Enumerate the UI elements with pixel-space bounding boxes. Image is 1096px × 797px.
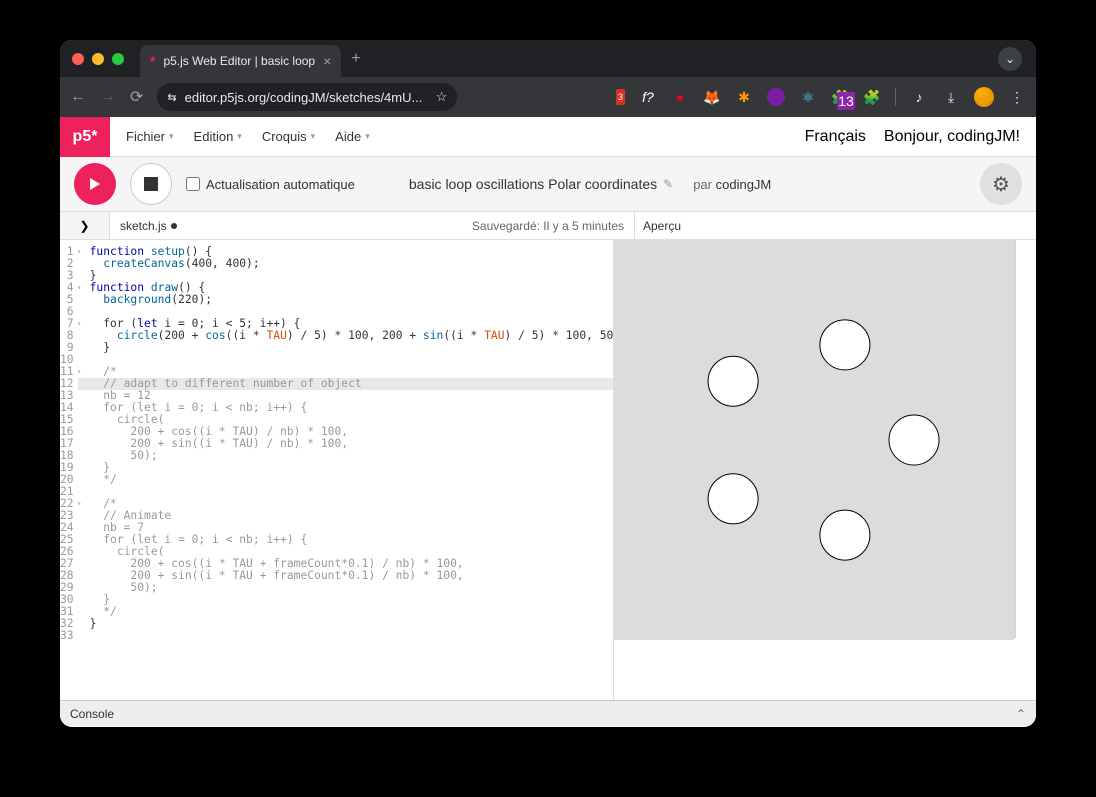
metamask-icon[interactable]: 🦊 [703,88,721,106]
site-info-icon[interactable]: ⇆ [167,91,176,104]
settings-button[interactable]: ⚙ [980,163,1022,205]
separator [895,88,896,106]
extensions-button[interactable]: 🧩 [863,88,881,106]
auto-refresh-label: Actualisation automatique [206,177,355,192]
bookmark-icon[interactable]: ☆ [436,89,448,105]
byline: par codingJM [693,177,771,192]
reload-button[interactable]: ⟳ [130,87,143,107]
tab-title: p5.js Web Editor | basic loop [163,54,315,68]
sketch-name: basic loop oscillations Polar coordinate… [409,176,657,192]
auto-refresh-toggle[interactable]: Actualisation automatique [186,177,355,192]
forward-button[interactable]: → [100,88,116,106]
console-bar[interactable]: Console ⌃ [60,700,1036,726]
address-bar: ← → ⟳ ⇆ editor.p5js.org/codingJM/sketche… [60,77,1036,117]
p5-favicon-icon: * [150,53,155,69]
unsaved-dot-icon [171,223,177,229]
extension-icon[interactable]: 3 [616,89,625,105]
filename[interactable]: sketch.js [110,219,187,233]
extension-icon[interactable]: f? [639,88,657,106]
react-devtools-icon[interactable]: ⚛ [799,88,817,106]
browser-window: * p5.js Web Editor | basic loop × + ⌄ ← … [60,40,1036,727]
extensions-tray: 3 f? ● 🦊 ✱ ⚛ 🧩13 🧩 ♪ ⤓ ⋮ [616,87,1026,107]
main-split: 1234567891011121314151617181920212223242… [60,240,1036,700]
browser-tab[interactable]: * p5.js Web Editor | basic loop × [140,45,341,77]
author-link[interactable]: codingJM [716,177,772,192]
auto-refresh-checkbox[interactable] [186,177,200,191]
saved-status: Sauvegardé: Il y a 5 minutes [472,219,634,233]
edit-name-icon[interactable]: ✎ [663,177,673,191]
code-editor[interactable]: 1234567891011121314151617181920212223242… [60,240,614,700]
menu-edition[interactable]: Edition [194,129,242,144]
pinterest-icon[interactable]: ● [671,88,689,106]
preview-canvas [614,240,1016,638]
p5-header: p5* Fichier Edition Croquis Aide Français B… [60,117,1036,157]
extension-icon[interactable]: ✱ [735,88,753,106]
stop-icon [144,177,158,191]
console-label: Console [70,707,114,721]
preview-label: Aperçu [634,212,1036,239]
close-tab-icon[interactable]: × [323,53,331,69]
language-menu[interactable]: Français [805,128,866,146]
play-button[interactable] [74,163,116,205]
code-area[interactable]: function setup() { createCanvas(400, 400… [78,240,614,700]
menu-aide[interactable]: Aide [335,129,370,144]
downloads-icon[interactable]: ⤓ [942,88,960,106]
console-expand-icon[interactable]: ⌃ [1016,707,1026,721]
window-controls [72,53,124,65]
p5-menubar: Fichier Edition Croquis Aide [110,129,386,144]
status-bar: ❯ sketch.js Sauvegardé: Il y a 5 minutes… [60,212,1036,240]
menu-croquis[interactable]: Croquis [262,129,315,144]
new-tab-button[interactable]: + [351,50,360,68]
back-button[interactable]: ← [70,88,86,106]
menu-fichier[interactable]: Fichier [126,129,174,144]
stop-button[interactable] [130,163,172,205]
file-panel-toggle[interactable]: ❯ [60,212,110,239]
extension-icon[interactable] [767,88,785,106]
canvas-output [614,240,1014,640]
extension-icon[interactable]: 🧩13 [831,88,849,106]
maximize-window-icon[interactable] [112,53,124,65]
profile-avatar[interactable] [974,87,994,107]
line-gutter: 1234567891011121314151617181920212223242… [60,240,78,700]
browser-menu-icon[interactable]: ⋮ [1008,88,1026,106]
minimize-window-icon[interactable] [92,53,104,65]
p5-logo[interactable]: p5* [60,117,110,157]
toolbar: Actualisation automatique basic loop osc… [60,157,1036,212]
tab-bar: * p5.js Web Editor | basic loop × + ⌄ [60,40,1036,77]
tabs-overflow-button[interactable]: ⌄ [998,47,1022,71]
url-text: editor.p5js.org/codingJM/sketches/4mU... [185,90,423,105]
user-menu[interactable]: Bonjour, codingJM! [884,128,1020,146]
media-icon[interactable]: ♪ [910,88,928,106]
url-field[interactable]: ⇆ editor.p5js.org/codingJM/sketches/4mU.… [157,83,457,111]
close-window-icon[interactable] [72,53,84,65]
